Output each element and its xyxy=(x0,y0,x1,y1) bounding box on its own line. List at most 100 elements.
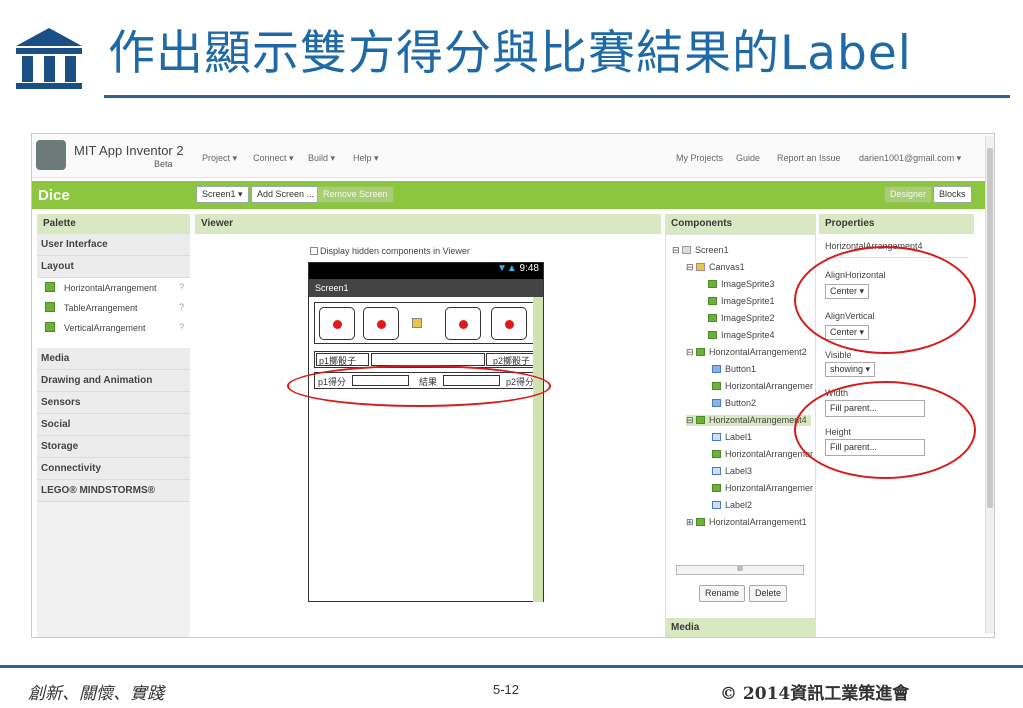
designer-button[interactable]: Designer xyxy=(884,186,933,203)
media-heading: Media xyxy=(665,618,816,637)
horizontal-arrangement-icon xyxy=(696,416,706,424)
tree-label: ImageSprite1 xyxy=(721,296,775,306)
tree-node-horizontal-arrangement2[interactable]: ⊟ HorizontalArrangement2 xyxy=(686,347,807,358)
horizontal-arrangement-spacer xyxy=(371,353,485,366)
tree-label: Button2 xyxy=(725,398,757,408)
link-report-issue[interactable]: Report an Issue xyxy=(777,153,841,163)
tree-node-horizontal-arrangement[interactable]: HorizontalArrangemer xyxy=(712,381,813,391)
components-hscrollbar[interactable]: III xyxy=(676,565,804,575)
highlight-oval-size xyxy=(794,381,976,479)
wifi-signal-icon: ▼▲ xyxy=(496,263,520,274)
palette-spacer xyxy=(37,338,190,348)
tree-node-canvas1[interactable]: ⊟ Canvas1 xyxy=(686,262,745,273)
palette-category-drawing-and-animation[interactable]: Drawing and Animation xyxy=(37,370,190,392)
palette-category-layout[interactable]: Layout xyxy=(37,256,190,278)
tree-node-horizontal-arrangement1[interactable]: ⊞ HorizontalArrangement1 xyxy=(686,517,807,528)
canvas-icon xyxy=(696,263,706,271)
image-sprite[interactable] xyxy=(363,307,399,340)
tree-node-horizontal-arrangement4[interactable]: ⊟ HorizontalArrangement4 xyxy=(686,415,811,426)
tree-node-imagesprite2[interactable]: ImageSprite2 xyxy=(708,313,775,323)
highlight-oval-alignment xyxy=(794,246,976,354)
viewer-heading: Viewer xyxy=(195,214,661,234)
phone-preview: ▼▲ 9:48 Screen1 p1擲骰子 p2擲骰子 p1得分 結果 p2得分 xyxy=(308,262,544,602)
palette-panel: User Interface Layout HorizontalArrangem… xyxy=(37,234,190,637)
palette-category-social[interactable]: Social xyxy=(37,414,190,436)
tree-label: HorizontalArrangement4 xyxy=(709,415,807,425)
palette-category-user-interface[interactable]: User Interface xyxy=(37,234,190,256)
tree-node-button1[interactable]: Button1 xyxy=(712,364,756,374)
checkbox-label: Display hidden components in Viewer xyxy=(320,246,470,256)
blocks-button[interactable]: Blocks xyxy=(933,186,972,203)
tree-node-imagesprite3[interactable]: ImageSprite3 xyxy=(708,279,775,289)
dice-dot xyxy=(333,320,342,329)
image-sprite-icon xyxy=(708,314,717,322)
image-placeholder-icon xyxy=(412,318,422,328)
tree-node-screen1[interactable]: ⊟ Screen1 xyxy=(672,245,729,256)
page-vscrollbar[interactable] xyxy=(985,136,994,634)
help-icon[interactable]: ? xyxy=(179,282,184,292)
menu-help[interactable]: Help ▾ xyxy=(353,153,379,164)
image-sprite[interactable] xyxy=(319,307,355,340)
slide-title: 作出顯示雙方得分與比賽結果的Label xyxy=(108,26,912,81)
tree-node-label1[interactable]: Label1 xyxy=(712,432,752,442)
rename-button[interactable]: Rename xyxy=(699,585,746,602)
palette-item-table-arrangement[interactable]: TableArrangement? xyxy=(37,298,190,318)
palette-category-connectivity[interactable]: Connectivity xyxy=(37,458,190,480)
image-sprite[interactable] xyxy=(445,307,481,340)
display-hidden-checkbox[interactable]: Display hidden components in Viewer xyxy=(310,246,470,256)
add-screen-button[interactable]: Add Screen ... xyxy=(251,186,321,203)
tree-label: HorizontalArrangement1 xyxy=(709,517,807,527)
brand-beta: Beta xyxy=(154,159,173,169)
palette-category-storage[interactable]: Storage xyxy=(37,436,190,458)
tree-node-button2[interactable]: Button2 xyxy=(712,398,756,408)
tree-node-horizontal-arrangement[interactable]: HorizontalArrangemer xyxy=(712,483,813,493)
screen-icon xyxy=(682,246,692,254)
canvas1[interactable] xyxy=(314,302,534,344)
palette-category-sensors[interactable]: Sensors xyxy=(37,392,190,414)
tree-label: ImageSprite3 xyxy=(721,279,775,289)
highlight-oval-score-row xyxy=(287,365,551,407)
footer-copyright: © 2014資訊工業策進會 xyxy=(720,684,910,704)
slide: 作出顯示雙方得分與比賽結果的Label MIT App Inventor 2 B… xyxy=(0,0,1023,708)
tree-label: Screen1 xyxy=(695,245,729,255)
dice-dot xyxy=(505,320,514,329)
link-guide[interactable]: Guide xyxy=(736,153,760,163)
image-sprite[interactable] xyxy=(491,307,527,340)
visible-label: Visible xyxy=(825,350,852,360)
tree-node-label3[interactable]: Label3 xyxy=(712,466,752,476)
tree-node-horizontal-arrangement[interactable]: HorizontalArrangemer xyxy=(712,449,813,459)
status-time: 9:48 xyxy=(519,263,539,274)
tree-node-label2[interactable]: Label2 xyxy=(712,500,752,510)
help-icon[interactable]: ? xyxy=(179,322,184,332)
tree-label: Label1 xyxy=(725,432,753,442)
tree-label: HorizontalArrangement2 xyxy=(709,347,807,357)
tree-label: HorizontalArrangemer xyxy=(725,449,814,459)
delete-button[interactable]: Delete xyxy=(749,585,788,602)
palette-category-lego-mindstorms[interactable]: LEGO® MINDSTORMS® xyxy=(37,480,190,502)
tree-label: Label3 xyxy=(725,466,753,476)
tree-node-imagesprite4[interactable]: ImageSprite4 xyxy=(708,330,775,340)
screen-select[interactable]: Screen1 ▾ xyxy=(196,186,249,203)
scroll-thumb[interactable] xyxy=(987,148,993,508)
table-arrangement-icon xyxy=(45,302,55,312)
tree-node-imagesprite1[interactable]: ImageSprite1 xyxy=(708,296,775,306)
palette-item-horizontal-arrangement[interactable]: HorizontalArrangement? xyxy=(37,278,190,298)
horizontal-arrangement-icon xyxy=(696,518,706,526)
menu-project[interactable]: Project ▾ xyxy=(202,153,237,164)
label-icon xyxy=(712,433,721,441)
label-icon xyxy=(712,467,721,475)
image-sprite-icon xyxy=(708,280,717,288)
top-bar: MIT App Inventor 2 Beta Project ▾ Connec… xyxy=(32,134,994,178)
help-icon[interactable]: ? xyxy=(179,302,184,312)
remove-screen-button[interactable]: Remove Screen xyxy=(317,186,394,203)
palette-category-media[interactable]: Media xyxy=(37,348,190,370)
visible-select[interactable]: showing ▾ xyxy=(825,362,876,377)
horizontal-arrangement-icon xyxy=(712,382,721,390)
palette-item-vertical-arrangement[interactable]: VerticalArrangement? xyxy=(37,318,190,338)
p1-roll-button-label: p1擲骰子 xyxy=(319,356,357,366)
account-menu[interactable]: darien1001@gmail.com ▾ xyxy=(859,153,961,164)
menu-build[interactable]: Build ▾ xyxy=(308,153,335,164)
menu-connect[interactable]: Connect ▾ xyxy=(253,153,294,164)
link-my-projects[interactable]: My Projects xyxy=(676,153,723,163)
page-number: 5-12 xyxy=(493,682,520,697)
